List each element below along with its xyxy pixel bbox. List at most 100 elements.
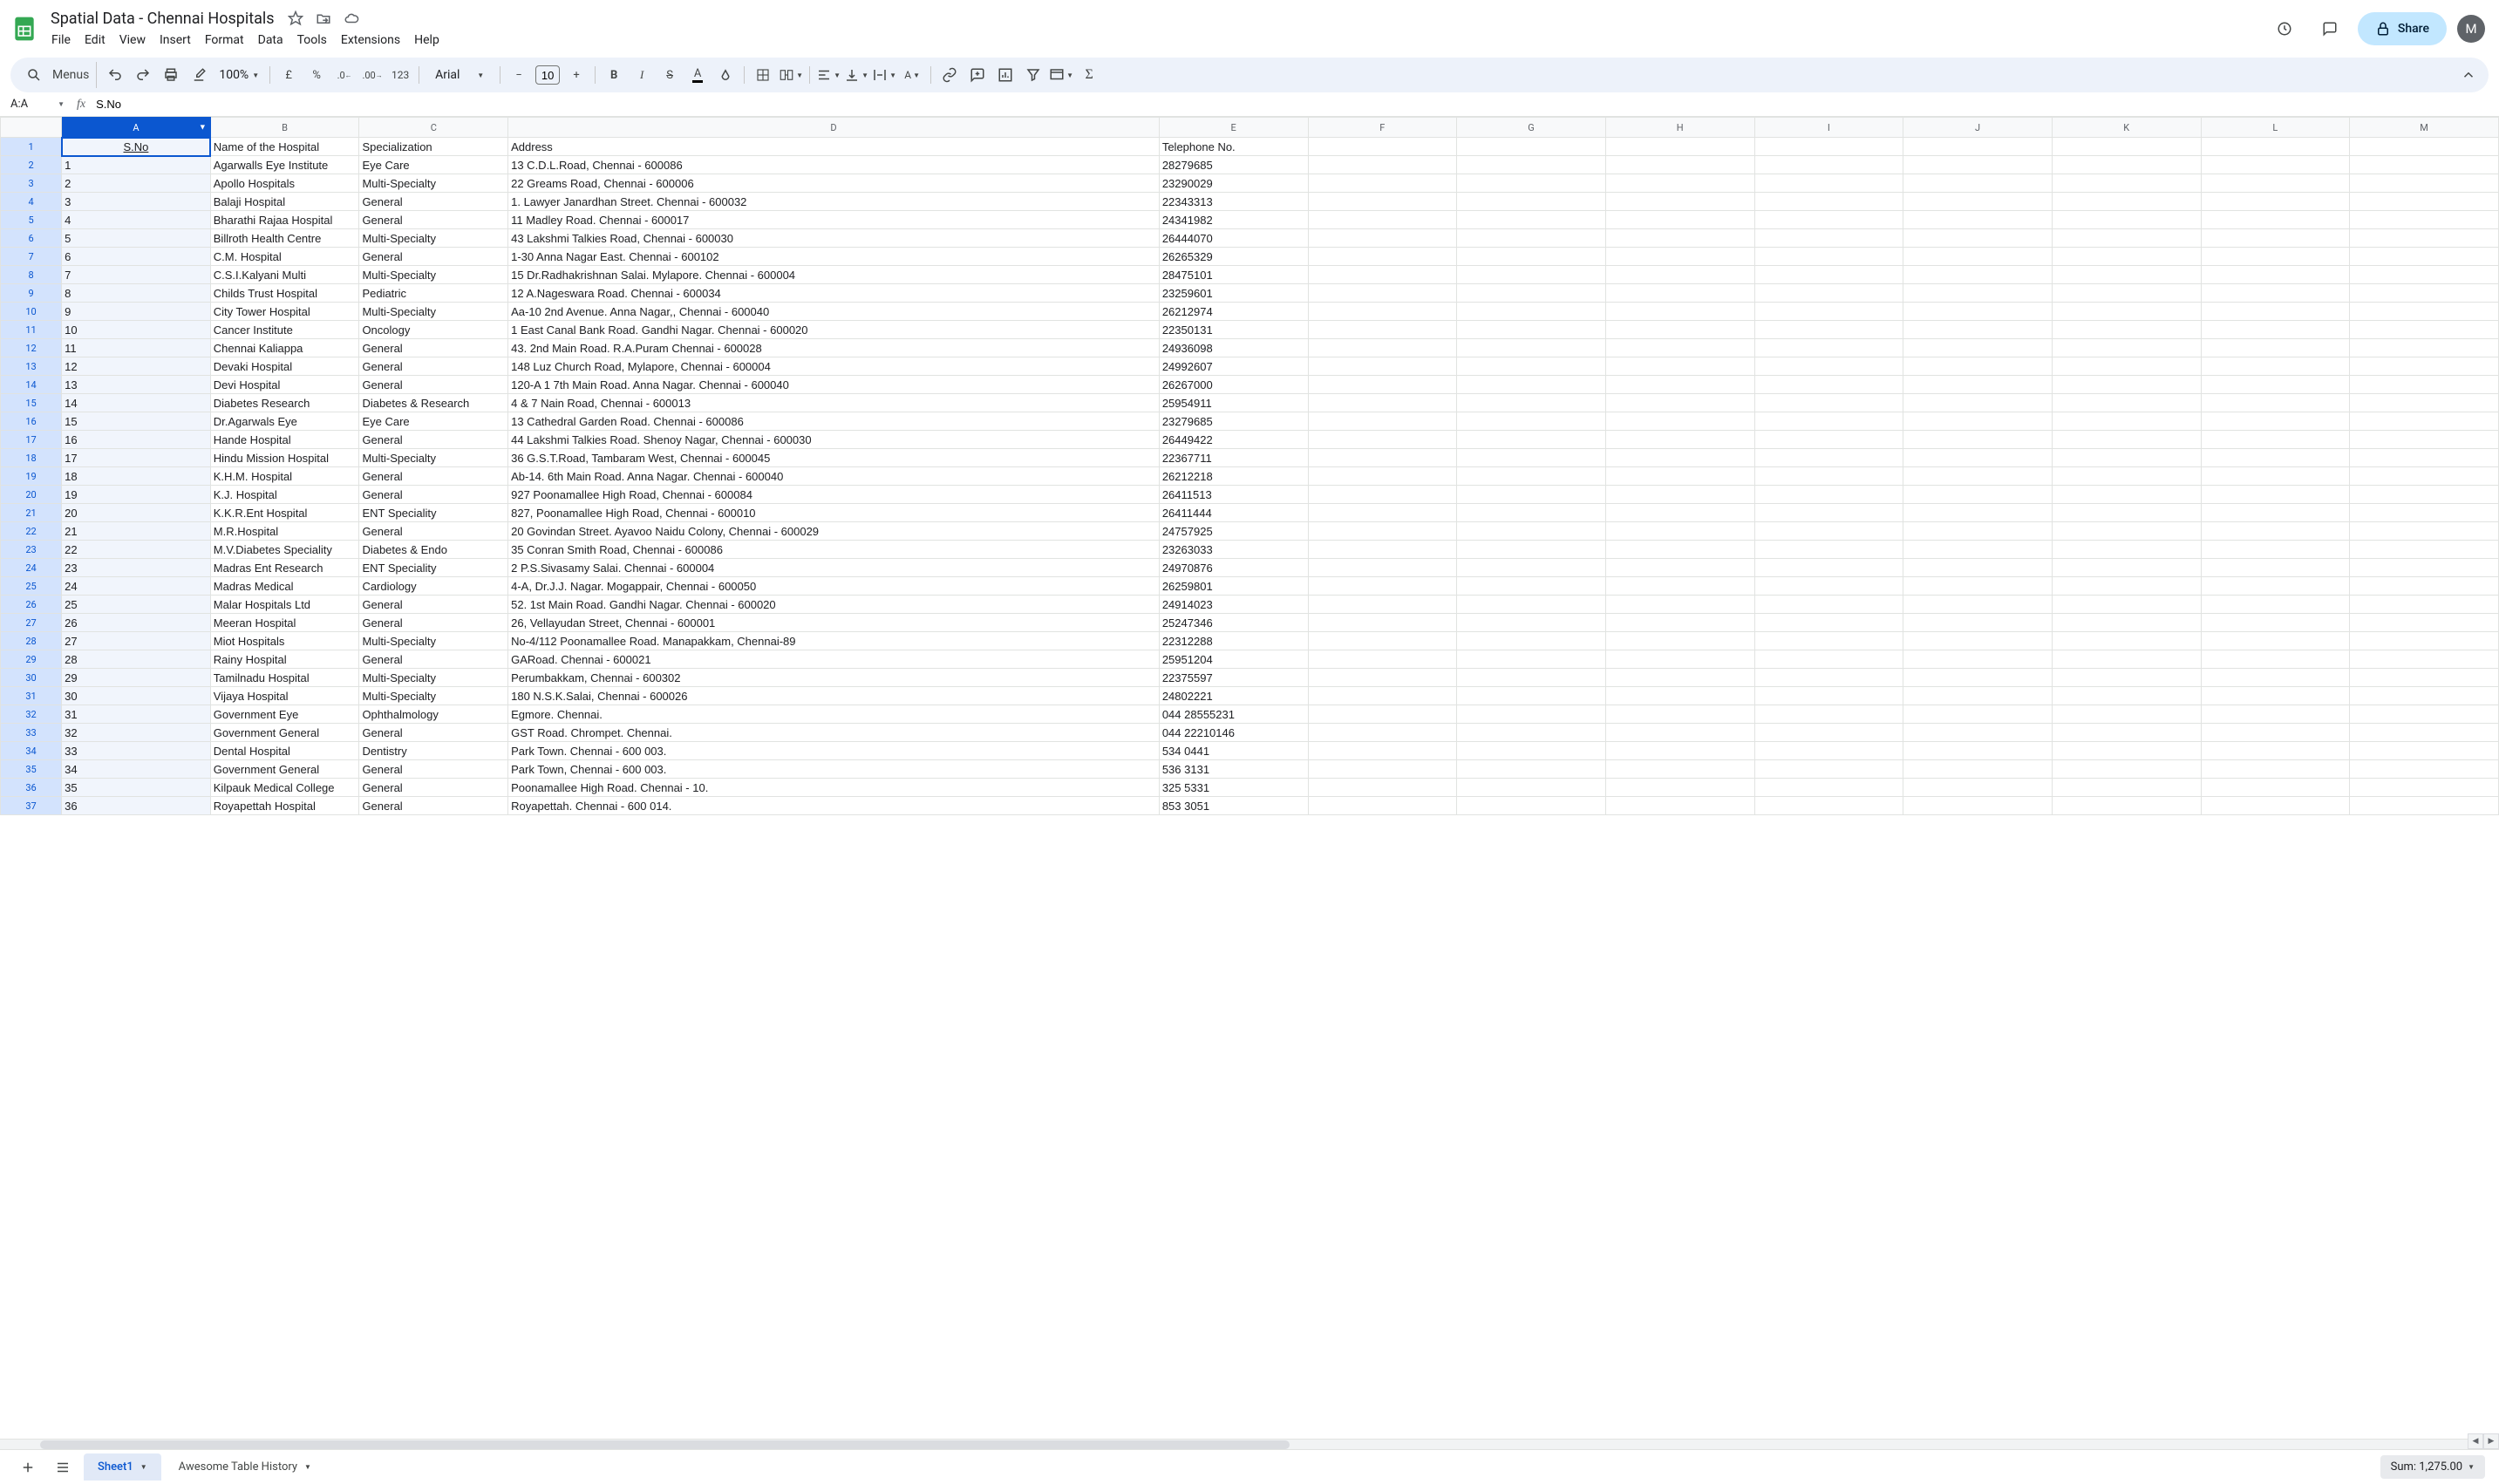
cell[interactable] [1903,614,2053,632]
cell[interactable]: 22312288 [1159,632,1308,650]
cell[interactable]: Address [508,138,1160,156]
cell[interactable]: 26212974 [1159,303,1308,321]
cell[interactable]: K.J. Hospital [210,486,359,504]
cell[interactable]: Park Town, Chennai - 600 003. [508,760,1160,779]
cell[interactable] [1903,412,2053,431]
cell[interactable] [2350,229,2499,248]
cell[interactable] [1605,632,1754,650]
cell[interactable] [2052,431,2201,449]
cell[interactable]: General [359,486,508,504]
cell[interactable] [2201,229,2350,248]
cell[interactable] [1903,156,2053,174]
cell[interactable] [2052,486,2201,504]
column-header[interactable]: B [210,118,359,138]
cell[interactable]: 1 [62,156,211,174]
cell[interactable] [1605,394,1754,412]
cell[interactable]: Chennai Kaliappa [210,339,359,357]
sheets-logo-icon[interactable] [7,11,42,46]
cell[interactable] [2350,504,2499,522]
cell[interactable]: 31 [62,705,211,724]
cell[interactable]: 23263033 [1159,541,1308,559]
row-header[interactable]: 27 [1,614,62,632]
cell[interactable]: Diabetes Research [210,394,359,412]
cell[interactable] [1308,486,1457,504]
cell[interactable]: General [359,614,508,632]
italic-icon[interactable]: I [629,62,655,88]
percent-button[interactable]: % [303,62,330,88]
zoom-dropdown[interactable]: 100%▼ [214,68,264,82]
cell[interactable] [1308,504,1457,522]
cell[interactable] [2350,467,2499,486]
cell[interactable] [2201,522,2350,541]
history-icon[interactable] [2267,11,2302,46]
cell[interactable] [1903,193,2053,211]
cell[interactable] [1457,229,1606,248]
cell[interactable] [1605,724,1754,742]
cell[interactable]: 29 [62,669,211,687]
cell[interactable] [1308,541,1457,559]
cell[interactable] [1308,559,1457,577]
cell[interactable] [1754,138,1903,156]
cell[interactable] [1903,669,2053,687]
cell[interactable] [2350,650,2499,669]
cell[interactable] [1754,467,1903,486]
cell[interactable] [1457,687,1606,705]
cell[interactable]: Vijaya Hospital [210,687,359,705]
select-all-cell[interactable] [1,118,62,138]
cell[interactable] [2052,211,2201,229]
print-icon[interactable] [158,62,184,88]
cell[interactable]: 13 C.D.L.Road, Chennai - 600086 [508,156,1160,174]
cell[interactable]: Cancer Institute [210,321,359,339]
cell[interactable] [2201,687,2350,705]
cell[interactable] [2052,467,2201,486]
cell[interactable]: 25951204 [1159,650,1308,669]
cell[interactable] [2052,577,2201,596]
cell[interactable] [2350,760,2499,779]
cell[interactable] [1903,522,2053,541]
cell[interactable] [1605,614,1754,632]
cell[interactable] [2201,449,2350,467]
cell[interactable]: 12 A.Nageswara Road. Chennai - 600034 [508,284,1160,303]
cell[interactable] [2350,284,2499,303]
cell[interactable] [1754,650,1903,669]
cell[interactable]: 4-A, Dr.J.J. Nagar. Mogappair, Chennai -… [508,577,1160,596]
cell[interactable]: 26411444 [1159,504,1308,522]
cell[interactable]: 24341982 [1159,211,1308,229]
cell[interactable] [1754,760,1903,779]
cell[interactable] [2052,632,2201,650]
cell[interactable] [1308,724,1457,742]
cell[interactable]: 15 [62,412,211,431]
cell[interactable] [1457,303,1606,321]
cell[interactable] [1605,193,1754,211]
cell[interactable] [1457,742,1606,760]
cell[interactable] [2201,650,2350,669]
formula-input[interactable] [94,96,2492,112]
cell[interactable] [1903,449,2053,467]
cell[interactable] [2350,138,2499,156]
cell[interactable]: 43. 2nd Main Road. R.A.Puram Chennai - 6… [508,339,1160,357]
cell[interactable] [1605,577,1754,596]
row-header[interactable]: 37 [1,797,62,815]
text-rotation-icon[interactable]: A▼ [899,62,925,88]
cell[interactable] [2201,394,2350,412]
cell[interactable] [1605,541,1754,559]
filter-views-icon[interactable]: ▼ [1048,62,1074,88]
cell[interactable] [1457,211,1606,229]
cell[interactable] [1457,431,1606,449]
cell[interactable] [2052,650,2201,669]
currency-button[interactable]: £ [276,62,302,88]
menu-extensions[interactable]: Extensions [335,30,406,51]
cell[interactable] [1754,797,1903,815]
number-format-button[interactable]: 123 [387,62,413,88]
cell[interactable] [1605,559,1754,577]
cell[interactable] [1903,504,2053,522]
cell[interactable] [1754,559,1903,577]
column-header[interactable]: D [508,118,1160,138]
cell[interactable] [1605,339,1754,357]
cell[interactable] [1754,321,1903,339]
cell[interactable] [2201,357,2350,376]
cell[interactable] [1457,797,1606,815]
cell[interactable] [1903,266,2053,284]
cell[interactable] [1308,779,1457,797]
cell[interactable] [2052,193,2201,211]
